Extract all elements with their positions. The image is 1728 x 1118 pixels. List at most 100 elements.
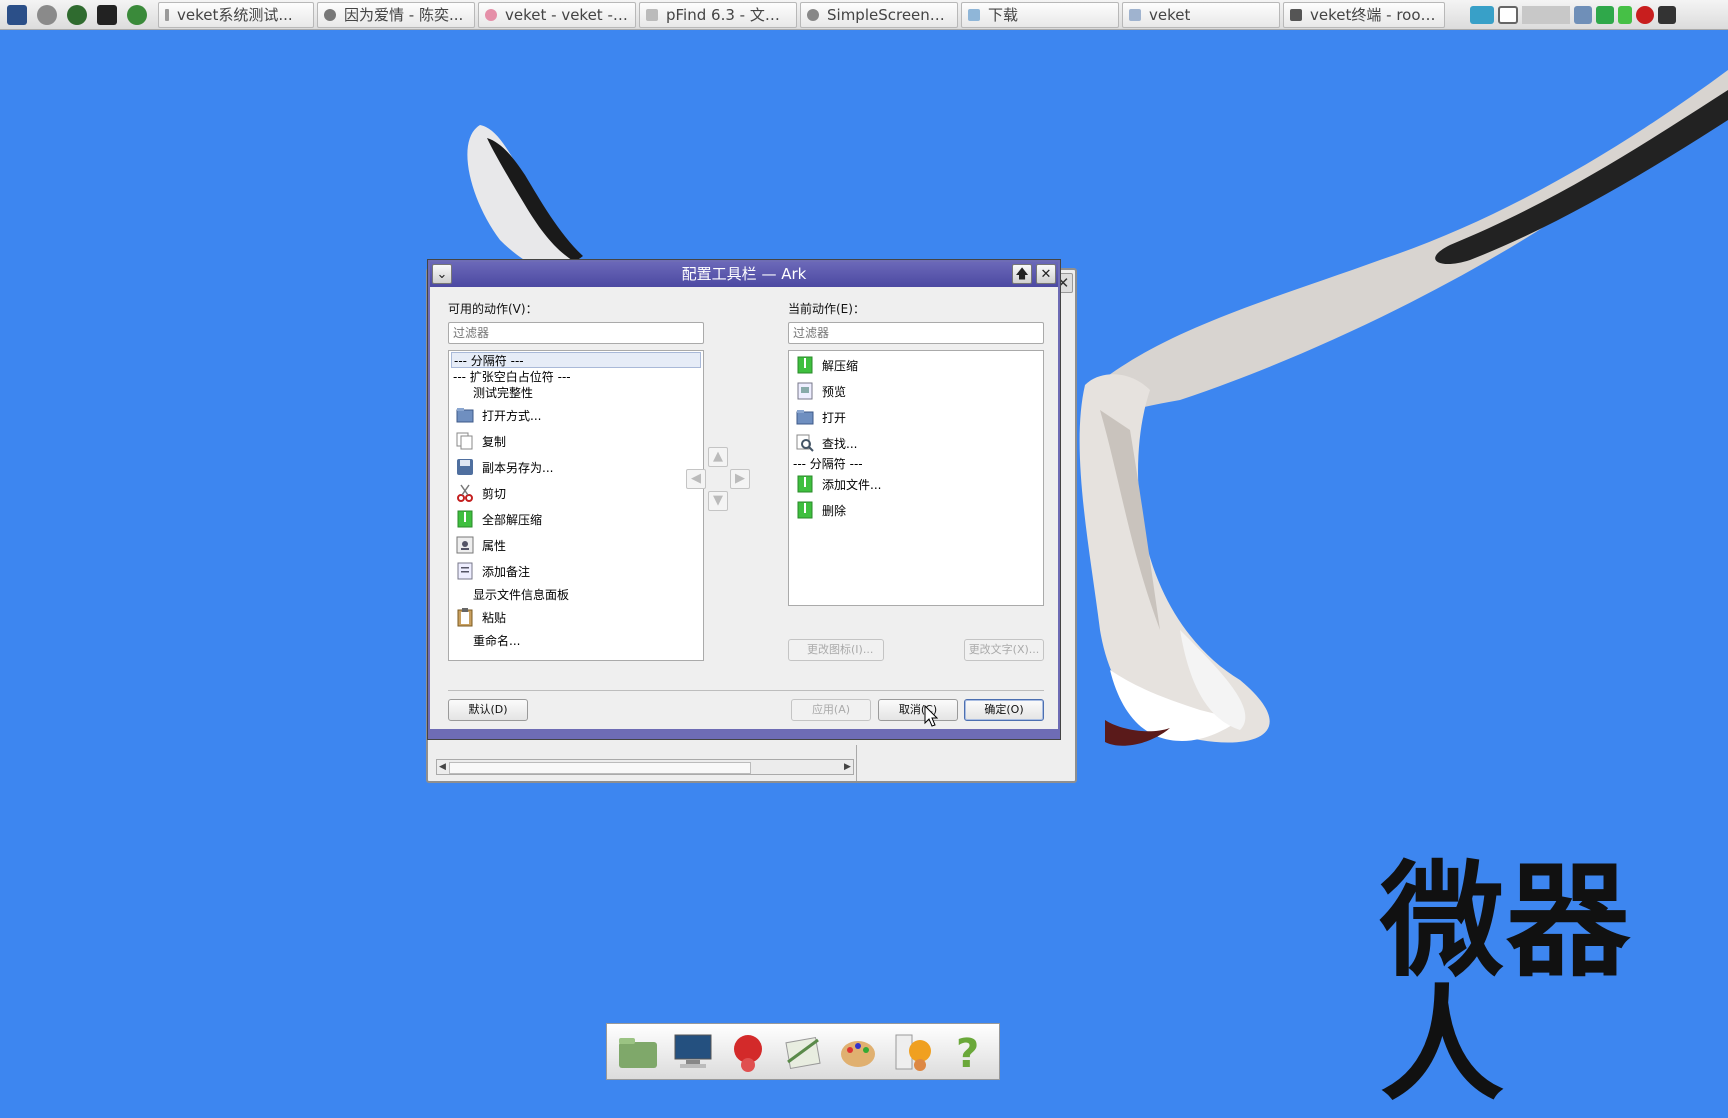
chevron-down-icon: ⌄ bbox=[436, 267, 448, 282]
list-item[interactable]: 测试完整性 bbox=[451, 384, 701, 401]
move-down-button[interactable]: ▼ bbox=[708, 491, 728, 511]
network-icon[interactable] bbox=[1574, 6, 1592, 24]
list-item-label: 剪切 bbox=[482, 486, 507, 501]
list-item-label: 属性 bbox=[482, 538, 507, 553]
help-icon[interactable]: ? bbox=[944, 1029, 990, 1075]
divider bbox=[448, 690, 1044, 691]
list-item[interactable]: 添加文件... bbox=[791, 473, 1041, 495]
add-action-button[interactable]: ▶ bbox=[730, 469, 750, 489]
svg-text:?: ? bbox=[956, 1031, 979, 1073]
list-item-label: 重命名... bbox=[473, 633, 521, 648]
list-item[interactable]: 显示文件信息面板 bbox=[451, 585, 701, 603]
apply-button[interactable]: 应用(A) bbox=[791, 699, 871, 721]
copy-icon bbox=[455, 431, 475, 451]
task-button[interactable]: 因为爱情 - 陈奕... bbox=[317, 1, 475, 28]
bottom-dock: ? bbox=[606, 1023, 1000, 1080]
dialog-titlebar[interactable]: 配置工具栏 — Ark ⌄ 🡅 ✕ bbox=[430, 262, 1058, 287]
scrollbar-thumb[interactable] bbox=[449, 762, 751, 774]
defaults-button[interactable]: 默认(D) bbox=[448, 699, 528, 721]
list-item-label: --- 分隔符 --- bbox=[793, 456, 863, 471]
shield-icon[interactable] bbox=[1596, 6, 1614, 24]
browser-icon[interactable] bbox=[123, 2, 150, 28]
record-indicator-icon[interactable] bbox=[1636, 6, 1654, 24]
task-label: SimpleScreenR··· bbox=[827, 5, 951, 24]
list-item[interactable]: --- 分隔符 --- bbox=[451, 352, 701, 368]
keyboard-icon[interactable] bbox=[1658, 6, 1676, 24]
list-item[interactable]: 解压缩 bbox=[791, 354, 1041, 376]
paint-icon[interactable] bbox=[835, 1029, 881, 1075]
cancel-button[interactable]: 取消(C) bbox=[878, 699, 958, 721]
change-text-button[interactable]: 更改文字(X)... bbox=[964, 639, 1044, 661]
task-button[interactable]: veket - veket - v··· bbox=[478, 1, 636, 28]
desktop-pager-icon[interactable] bbox=[1470, 6, 1494, 24]
close-button[interactable]: ✕ bbox=[1036, 264, 1056, 284]
pager-blank-icon[interactable] bbox=[1522, 6, 1570, 24]
mascot-icon[interactable] bbox=[725, 1029, 771, 1075]
task-button[interactable]: veket系统测试... bbox=[158, 1, 314, 28]
available-filter-input[interactable] bbox=[448, 322, 704, 344]
list-item[interactable]: 剪切 bbox=[451, 481, 701, 505]
task-button[interactable]: veket bbox=[1122, 1, 1280, 28]
battery-icon[interactable] bbox=[1618, 6, 1632, 24]
computer-icon[interactable] bbox=[670, 1029, 716, 1075]
settings-icon[interactable] bbox=[33, 2, 60, 28]
list-item[interactable]: 预览 bbox=[791, 380, 1041, 402]
task-button[interactable]: 下载 bbox=[961, 1, 1119, 28]
window-icon[interactable] bbox=[1498, 6, 1518, 24]
list-item[interactable]: --- 扩张空白占位符 --- bbox=[451, 368, 701, 384]
list-item-label: 查找... bbox=[822, 436, 858, 451]
task-label: pFind 6.3 - 文件... bbox=[666, 6, 790, 24]
task-button[interactable]: veket终端 - root··· bbox=[1283, 1, 1445, 28]
change-icon-button[interactable]: 更改图标(I)... bbox=[788, 639, 884, 661]
move-up-button[interactable]: ▲ bbox=[708, 447, 728, 467]
task-button[interactable]: pFind 6.3 - 文件... bbox=[639, 1, 797, 28]
games-icon[interactable] bbox=[890, 1029, 936, 1075]
list-item[interactable]: 属性 bbox=[451, 533, 701, 557]
list-item-label: --- 扩张空白占位符 --- bbox=[453, 369, 571, 384]
ok-button[interactable]: 确定(O) bbox=[964, 699, 1044, 721]
list-item[interactable]: 查找... bbox=[791, 432, 1041, 454]
list-item[interactable]: 重命名... bbox=[451, 631, 701, 649]
list-item[interactable]: 打开方式... bbox=[451, 403, 701, 427]
desktop-brand-text: 微器人 bbox=[1380, 850, 1633, 1118]
list-item[interactable]: 粘贴 bbox=[451, 605, 701, 629]
task-label: veket - veket - v··· bbox=[505, 5, 629, 24]
list-item[interactable]: --- 分隔符 --- bbox=[791, 455, 1041, 471]
task-label: veket bbox=[1149, 5, 1191, 24]
scroll-right-icon[interactable]: ▶ bbox=[842, 760, 853, 774]
divider bbox=[856, 745, 857, 781]
top-taskbar: veket系统测试... 因为爱情 - 陈奕... veket - veket … bbox=[0, 0, 1728, 30]
dialog-bottom-border bbox=[430, 729, 1058, 737]
remove-action-button[interactable]: ◀ bbox=[686, 469, 706, 489]
current-filter-input[interactable] bbox=[788, 322, 1044, 344]
list-item[interactable]: 打开 bbox=[791, 406, 1041, 428]
list-item-label: 显示文件信息面板 bbox=[473, 587, 570, 602]
list-item-label: 删除 bbox=[822, 503, 847, 518]
maximize-button[interactable]: 🡅 bbox=[1012, 264, 1032, 284]
list-item-label: 打开 bbox=[822, 410, 847, 425]
list-item-label: 添加文件... bbox=[822, 477, 882, 492]
current-actions-list: 解压缩 预览 打开 查找... --- 分隔符 --- 添加文件... 删除 bbox=[788, 350, 1044, 606]
save-as-icon bbox=[455, 457, 475, 477]
note-icon bbox=[455, 561, 475, 581]
list-item[interactable]: 复制 bbox=[451, 429, 701, 453]
terminal-icon[interactable] bbox=[93, 2, 120, 28]
change-text-label: 更改文字(X)... bbox=[968, 643, 1040, 656]
list-item[interactable]: 添加备注 bbox=[451, 559, 701, 583]
arrow-up-icon: 🡅 bbox=[1015, 267, 1029, 282]
camera-icon bbox=[968, 8, 980, 21]
task-label: 下载 bbox=[988, 6, 1019, 24]
window-menu-button[interactable]: ⌄ bbox=[432, 264, 452, 284]
scroll-left-icon[interactable]: ◀ bbox=[437, 760, 448, 774]
horizontal-scrollbar[interactable]: ◀ ▶ bbox=[436, 759, 854, 775]
list-item[interactable]: 副本另存为... bbox=[451, 455, 701, 479]
text-editor-icon[interactable] bbox=[780, 1029, 826, 1075]
system-monitor-icon[interactable] bbox=[3, 2, 30, 28]
list-item-label: 预览 bbox=[822, 384, 847, 399]
list-item[interactable]: 全部解压缩 bbox=[451, 507, 701, 531]
task-button[interactable]: SimpleScreenR··· bbox=[800, 1, 958, 28]
media-player-icon[interactable] bbox=[63, 2, 90, 28]
list-item[interactable]: 删除 bbox=[791, 499, 1041, 521]
file-manager-icon[interactable] bbox=[615, 1029, 661, 1075]
system-tray bbox=[1468, 2, 1678, 28]
